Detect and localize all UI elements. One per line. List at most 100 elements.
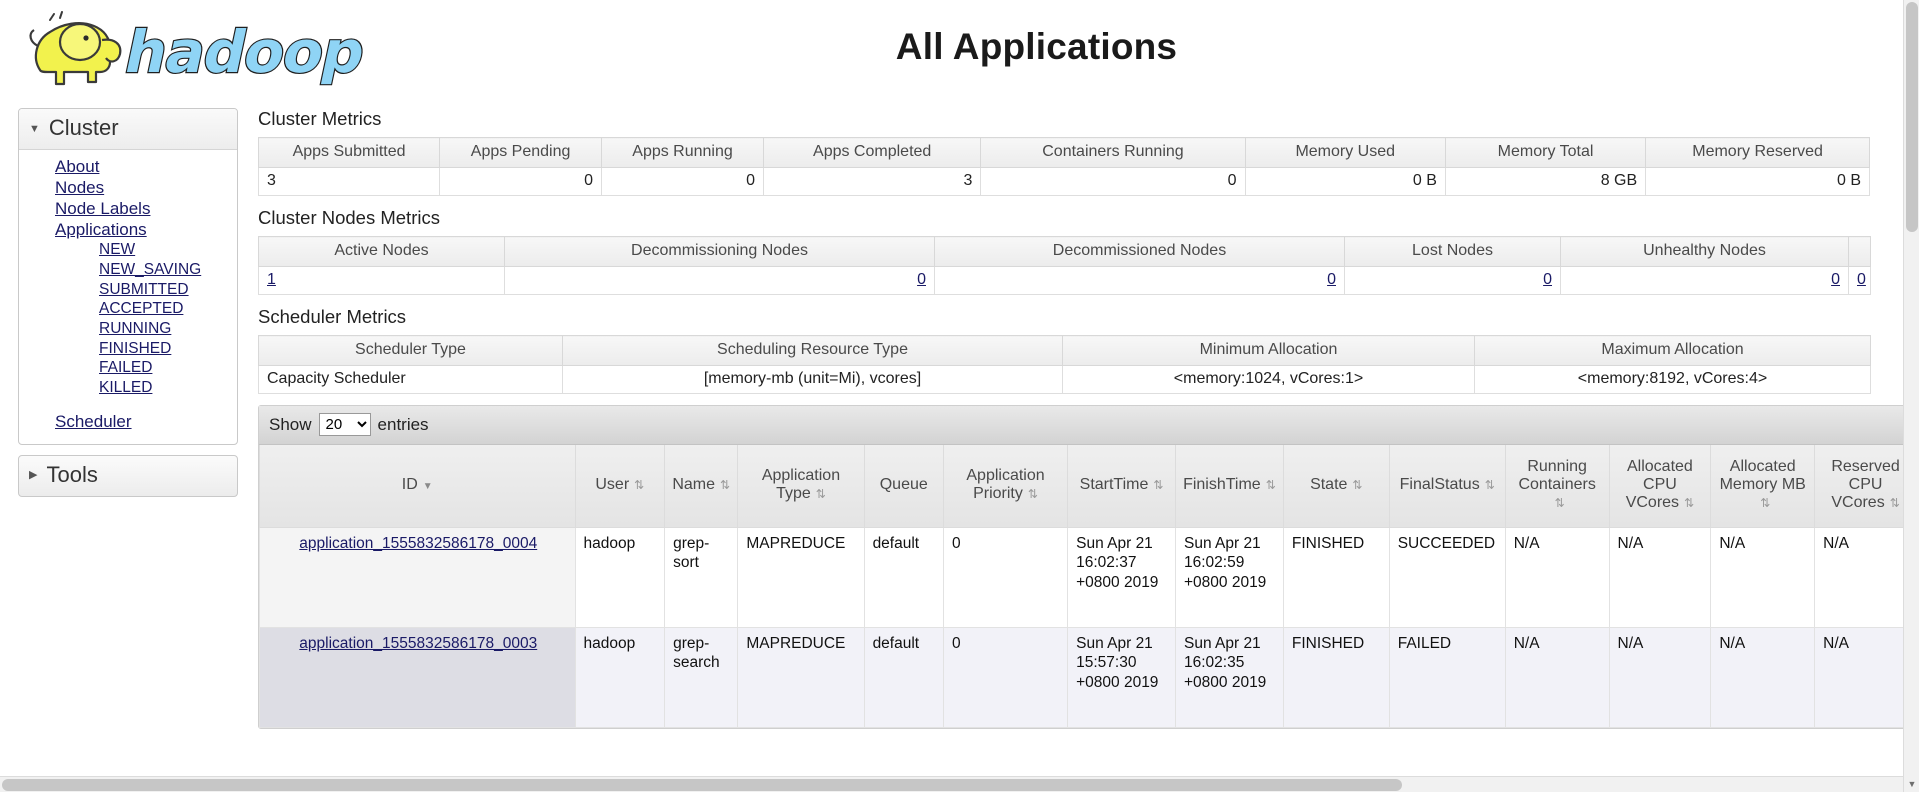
sidebar-item-node-labels[interactable]: Node Labels bbox=[19, 198, 237, 219]
col-label: Name bbox=[672, 476, 716, 494]
cell-queue: default bbox=[863, 626, 944, 728]
col-header-starttime[interactable]: StartTime ⇅ bbox=[1067, 445, 1176, 528]
cell-finalstatus: SUCCEEDED bbox=[1388, 526, 1506, 628]
cell-reserved-cpu-vcores: N/A bbox=[1814, 626, 1917, 728]
scroll-down-icon[interactable]: ▼ bbox=[1904, 776, 1919, 792]
sort-both-icon: ⇅ bbox=[1889, 496, 1900, 511]
horizontal-scrollbar-thumb[interactable] bbox=[2, 779, 1402, 791]
application-link[interactable]: application_1555832586178_0004 bbox=[299, 535, 537, 552]
sidebar-item-state-killed[interactable]: KILLED bbox=[19, 378, 237, 398]
sort-both-icon: ⇅ bbox=[720, 478, 731, 493]
table-header-row: Scheduler Type Scheduling Resource Type … bbox=[258, 335, 1871, 366]
horizontal-scrollbar[interactable] bbox=[0, 776, 1903, 792]
cell-allocated-cpu-vcores: N/A bbox=[1608, 526, 1712, 628]
cell-application-type: MAPREDUCE bbox=[737, 526, 865, 628]
scheduler-metrics-title: Scheduler Metrics bbox=[258, 306, 407, 327]
sidebar-item-state-new[interactable]: NEW bbox=[19, 240, 237, 260]
cell-user: hadoop bbox=[574, 626, 666, 728]
sidebar-item-state-running[interactable]: RUNNING bbox=[19, 319, 237, 339]
col-header-allocated-memory-mb[interactable]: Allocated Memory MB ⇅ bbox=[1710, 445, 1816, 528]
col-label: StartTime bbox=[1079, 476, 1149, 494]
chevron-down-icon: ▼ bbox=[29, 122, 40, 135]
table-row: Capacity Scheduler [memory-mb (unit=Mi),… bbox=[258, 365, 1871, 394]
col-header-name[interactable]: Name ⇅ bbox=[664, 445, 739, 528]
sidebar-item-applications[interactable]: Applications bbox=[19, 219, 237, 240]
col-label: ID bbox=[401, 476, 418, 494]
vertical-scrollbar-thumb[interactable] bbox=[1906, 2, 1918, 232]
vertical-scrollbar[interactable]: ▲ ▼ bbox=[1903, 0, 1919, 792]
table-row[interactable]: application_1555832586178_0003 hadoop gr… bbox=[259, 626, 1917, 728]
col-header-application-priority[interactable]: Application Priority ⇅ bbox=[942, 445, 1069, 528]
val-memory-reserved: 0 B bbox=[1645, 167, 1870, 196]
val-apps-completed: 3 bbox=[762, 167, 982, 196]
table-header-row: Active Nodes Decommissioning Nodes Decom… bbox=[258, 236, 1871, 267]
tools-nav-header[interactable]: ▶ Tools bbox=[19, 456, 237, 496]
col-label: Allocated Memory MB bbox=[1719, 458, 1806, 494]
col-scheduler-type: Scheduler Type bbox=[258, 335, 563, 366]
col-maximum-allocation: Maximum Allocation bbox=[1474, 335, 1871, 366]
col-header-user[interactable]: User ⇅ bbox=[574, 445, 666, 528]
col-header-finalstatus[interactable]: FinalStatus ⇅ bbox=[1388, 445, 1506, 528]
cluster-nav-header[interactable]: ▼ Cluster bbox=[19, 109, 237, 150]
decommissioning-nodes-link[interactable]: 0 bbox=[917, 271, 926, 288]
val-nodes-extra: 0 bbox=[1848, 266, 1871, 295]
val-apps-submitted: 3 bbox=[257, 167, 441, 196]
col-apps-pending: Apps Pending bbox=[439, 137, 603, 168]
sidebar-item-state-finished[interactable]: FINISHED bbox=[19, 339, 237, 359]
sidebar: ▼ Cluster About Nodes Node Labels Applic… bbox=[18, 108, 238, 497]
sort-both-icon: ⇅ bbox=[1153, 478, 1164, 493]
tools-nav-box[interactable]: ▶ Tools bbox=[18, 454, 238, 497]
col-header-state[interactable]: State ⇅ bbox=[1282, 445, 1390, 528]
val-lost-nodes: 0 bbox=[1344, 266, 1561, 295]
val-scheduler-type: Capacity Scheduler bbox=[258, 365, 563, 394]
cell-id[interactable]: application_1555832586178_0004 bbox=[259, 526, 576, 628]
col-header-id[interactable]: ID ▼ bbox=[259, 445, 576, 528]
active-nodes-link[interactable]: 1 bbox=[267, 271, 276, 288]
table-header-row: Apps Submitted Apps Pending Apps Running… bbox=[257, 137, 1870, 168]
sidebar-item-scheduler[interactable]: Scheduler bbox=[19, 398, 237, 432]
table-row[interactable]: application_1555832586178_0004 hadoop gr… bbox=[259, 526, 1917, 628]
sidebar-item-about[interactable]: About bbox=[19, 156, 237, 177]
cell-queue: default bbox=[863, 526, 944, 628]
sidebar-item-state-failed[interactable]: FAILED bbox=[19, 358, 237, 378]
col-header-application-type[interactable]: Application Type ⇅ bbox=[737, 445, 865, 528]
col-header-reserved-cpu-vcores[interactable]: Reserved CPU VCores ⇅ bbox=[1814, 445, 1917, 528]
cell-finalstatus: FAILED bbox=[1388, 626, 1506, 728]
cluster-metrics-title: Cluster Metrics bbox=[258, 108, 382, 129]
sidebar-item-state-submitted[interactable]: SUBMITTED bbox=[19, 280, 237, 300]
cell-state: FINISHED bbox=[1282, 626, 1390, 728]
col-label: FinishTime bbox=[1183, 476, 1261, 494]
col-header-finishtime[interactable]: FinishTime ⇅ bbox=[1174, 445, 1284, 528]
col-memory-total: Memory Total bbox=[1444, 137, 1647, 168]
col-minimum-allocation: Minimum Allocation bbox=[1062, 335, 1475, 366]
col-apps-completed: Apps Completed bbox=[762, 137, 982, 168]
sort-both-icon: ⇅ bbox=[1484, 478, 1495, 493]
page-size-select[interactable]: 20 40 60 80 100 bbox=[318, 413, 371, 436]
sidebar-item-state-accepted[interactable]: ACCEPTED bbox=[19, 299, 237, 319]
table-header-row: ID ▼ User ⇅ Name ⇅ Application Type ⇅ Queue … bbox=[259, 445, 1917, 528]
col-apps-running: Apps Running bbox=[601, 137, 764, 168]
entries-label: entries bbox=[377, 414, 429, 434]
sidebar-item-state-new-saving[interactable]: NEW_SAVING bbox=[19, 260, 237, 280]
lost-nodes-link[interactable]: 0 bbox=[1543, 271, 1552, 288]
cell-application-type: MAPREDUCE bbox=[737, 626, 865, 728]
col-memory-reserved: Memory Reserved bbox=[1645, 137, 1870, 168]
col-nodes-extra bbox=[1848, 236, 1871, 267]
nodes-extra-link[interactable]: 0 bbox=[1857, 271, 1866, 288]
decommissioned-nodes-link[interactable]: 0 bbox=[1327, 271, 1336, 288]
cell-user: hadoop bbox=[574, 526, 666, 628]
application-link[interactable]: application_1555832586178_0003 bbox=[299, 635, 537, 652]
col-label: Application Type bbox=[761, 467, 841, 503]
cell-id[interactable]: application_1555832586178_0003 bbox=[259, 626, 576, 728]
col-header-queue[interactable]: Queue bbox=[863, 445, 944, 528]
cell-finishtime: Sun Apr 21 16:02:35 +0800 2019 bbox=[1174, 626, 1284, 728]
col-header-allocated-cpu-vcores[interactable]: Allocated CPU VCores ⇅ bbox=[1608, 445, 1712, 528]
sort-both-icon: ⇅ bbox=[634, 478, 645, 493]
col-decommissioned-nodes: Decommissioned Nodes bbox=[934, 236, 1345, 267]
sort-both-icon: ⇅ bbox=[1554, 496, 1565, 511]
sidebar-item-nodes[interactable]: Nodes bbox=[19, 177, 237, 198]
col-header-running-containers[interactable]: Running Containers ⇅ bbox=[1504, 445, 1610, 528]
scheduler-metrics-table: Scheduler Type Scheduling Resource Type … bbox=[258, 335, 1871, 394]
unhealthy-nodes-link[interactable]: 0 bbox=[1831, 271, 1840, 288]
cell-allocated-memory-mb: N/A bbox=[1710, 526, 1816, 628]
